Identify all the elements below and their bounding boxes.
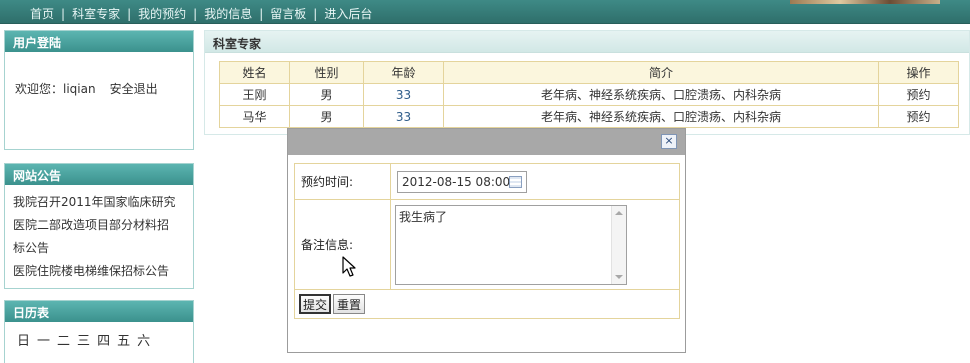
notice-item[interactable]: 标公告 [13, 237, 185, 260]
appointment-time-value: 2012-08-15 08:00 [402, 174, 511, 189]
calendar-panel: 日历表 日 一 二 三 四 五 六 [4, 300, 194, 363]
scroll-down-icon[interactable] [615, 274, 623, 279]
expert-gender: 男 [289, 105, 364, 128]
weekday-label: 一 [37, 334, 51, 349]
nav-item-admin[interactable]: 进入后台 [324, 7, 372, 21]
textarea-scrollbar[interactable] [611, 205, 626, 284]
column-header: 姓名 [219, 61, 290, 84]
logout-link[interactable]: 安全退出 [110, 82, 158, 96]
appointment-time-input[interactable]: 2012-08-15 08:00 [397, 170, 527, 193]
nav-item-experts[interactable]: 科室专家 [72, 7, 120, 21]
experts-table: 姓名 性别 年龄 简介 操作 王刚 男 33 老年病、神经系统疾病、口腔溃疡、内… [219, 61, 959, 128]
weekday-label: 日 [17, 334, 31, 349]
nav-separator: | [127, 7, 132, 21]
welcome-text: 欢迎您：liqian [15, 82, 96, 96]
nav-separator: | [193, 7, 198, 21]
top-nav: 首页 | 科室专家 | 我的预约 | 我的信息 | 留言板 | 进入后台 [0, 0, 970, 24]
table-row: 马华 男 33 老年病、神经系统疾病、口腔溃疡、内科杂病 预约 [219, 105, 959, 128]
appointment-dialog: × 预约时间: 2012-08-15 08:00 备注信息: 我生病了 提交 重… [287, 128, 686, 353]
table-header-row: 姓名 性别 年龄 简介 操作 [219, 61, 959, 84]
calendar-weekday-row: 日 一 二 三 四 五 六 [5, 322, 193, 349]
notice-panel-title: 网站公告 [5, 164, 193, 185]
note-textarea[interactable]: 我生病了 [395, 204, 627, 285]
weekday-label: 六 [137, 334, 151, 349]
weekday-label: 四 [97, 334, 111, 349]
experts-panel: 科室专家 姓名 性别 年龄 简介 操作 王刚 男 33 老年病、神经系统疾病、口… [204, 30, 970, 135]
nav-item-my-info[interactable]: 我的信息 [204, 7, 252, 21]
nav-separator: | [61, 7, 66, 21]
expert-age: 33 [363, 105, 444, 128]
notice-item[interactable]: 医院住院楼电梯维保招标公告 [13, 260, 185, 283]
expert-name: 王刚 [219, 83, 290, 106]
nav-item-home[interactable]: 首页 [30, 7, 54, 21]
book-link[interactable]: 预约 [878, 83, 959, 106]
notice-panel: 网站公告 我院召开2011年国家临床研究 医院二部改造项目部分材料招 标公告 医… [4, 163, 194, 289]
nav-links: 首页 | 科室专家 | 我的预约 | 我的信息 | 留言板 | 进入后台 [30, 5, 372, 22]
login-panel: 用户登陆 欢迎您：liqian 安全退出 [4, 30, 194, 150]
submit-button[interactable]: 提交 [299, 294, 332, 314]
notice-item[interactable]: 我院召开2011年国家临床研究 [13, 191, 185, 214]
nav-separator: | [259, 7, 264, 21]
header-banner-image [790, 0, 940, 4]
calendar-icon[interactable] [509, 175, 522, 188]
appointment-form: 预约时间: 2012-08-15 08:00 备注信息: 我生病了 提交 重置 [294, 163, 680, 319]
welcome-line: 欢迎您：liqian 安全退出 [15, 80, 185, 97]
nav-separator: | [313, 7, 318, 21]
weekday-label: 二 [57, 334, 71, 349]
nav-item-my-appointments[interactable]: 我的预约 [138, 7, 186, 21]
experts-panel-title: 科室专家 [205, 31, 969, 53]
scroll-up-icon[interactable] [615, 210, 623, 215]
close-icon[interactable]: × [661, 134, 677, 149]
time-label: 预约时间: [294, 163, 391, 200]
book-link[interactable]: 预约 [878, 105, 959, 128]
weekday-label: 三 [77, 334, 91, 349]
expert-gender: 男 [289, 83, 364, 106]
column-header: 年龄 [363, 61, 444, 84]
expert-age: 33 [363, 83, 444, 106]
expert-intro: 老年病、神经系统疾病、口腔溃疡、内科杂病 [443, 83, 879, 106]
note-value: 我生病了 [399, 209, 448, 224]
reset-button[interactable]: 重置 [333, 294, 366, 314]
form-actions: 提交 重置 [294, 289, 680, 319]
nav-item-message-board[interactable]: 留言板 [270, 7, 306, 21]
column-header: 操作 [878, 61, 959, 84]
expert-name: 马华 [219, 105, 290, 128]
column-header: 简介 [443, 61, 879, 84]
notice-item[interactable]: 医院二部改造项目部分材料招 [13, 214, 185, 237]
mouse-cursor-icon [342, 256, 356, 277]
calendar-panel-title: 日历表 [5, 301, 193, 322]
column-header: 性别 [289, 61, 364, 84]
login-panel-title: 用户登陆 [5, 31, 193, 52]
expert-intro: 老年病、神经系统疾病、口腔溃疡、内科杂病 [443, 105, 879, 128]
weekday-label: 五 [117, 334, 131, 349]
dialog-title-bar[interactable]: × [288, 129, 685, 155]
table-row: 王刚 男 33 老年病、神经系统疾病、口腔溃疡、内科杂病 预约 [219, 83, 959, 106]
